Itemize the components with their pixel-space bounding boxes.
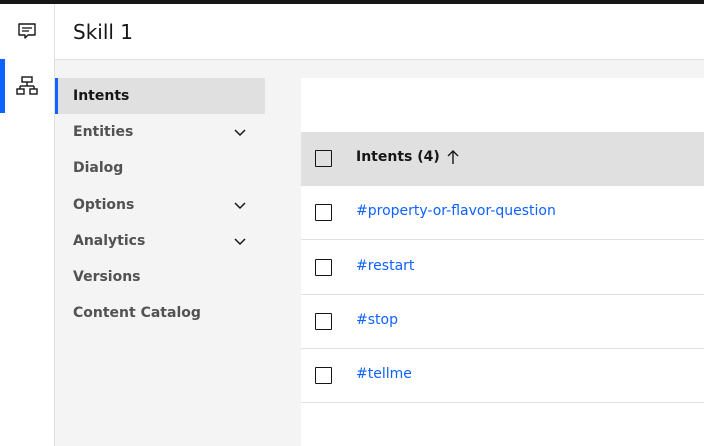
chat-icon	[18, 23, 36, 39]
chevron-down-icon	[234, 129, 246, 137]
row-checkbox[interactable]	[315, 367, 332, 384]
row-checkbox[interactable]	[315, 204, 332, 221]
intent-link[interactable]: #restart	[356, 258, 414, 274]
row-checkbox[interactable]	[315, 313, 332, 330]
sidebar-item-options[interactable]: Options	[55, 187, 265, 223]
intents-table: Intents (4) #property-or-flavor-question…	[301, 78, 704, 446]
column-header-label: Intents (4)	[356, 149, 440, 165]
skill-sidebar: Intents Entities Dialog Options Analytic…	[55, 60, 301, 446]
table-row: #property-or-flavor-question	[301, 186, 704, 240]
select-all-checkbox[interactable]	[315, 150, 332, 167]
chevron-down-icon	[234, 202, 246, 210]
sidebar-item-content-catalog[interactable]: Content Catalog	[55, 295, 265, 331]
sidebar-item-entities[interactable]: Entities	[55, 114, 265, 150]
sidebar-item-label: Intents	[73, 88, 130, 104]
sidebar-item-label: Dialog	[73, 160, 124, 176]
intent-link[interactable]: #stop	[356, 312, 398, 328]
column-header-intents[interactable]: Intents (4)	[356, 149, 460, 165]
rail-chat-button[interactable]	[0, 4, 54, 58]
intent-link[interactable]: #tellme	[356, 366, 412, 382]
sidebar-item-label: Analytics	[73, 233, 146, 249]
table-header: Intents (4)	[301, 132, 704, 186]
skill-tree-icon	[16, 76, 38, 95]
row-checkbox[interactable]	[315, 259, 332, 276]
sidebar-item-analytics[interactable]: Analytics	[55, 223, 265, 259]
arrow-up-icon	[447, 150, 459, 164]
page-title: Skill 1	[73, 20, 134, 44]
sidebar-item-label: Content Catalog	[73, 305, 201, 321]
sidebar-item-dialog[interactable]: Dialog	[55, 150, 265, 186]
sidebar-item-label: Versions	[73, 269, 141, 285]
left-rail	[0, 4, 55, 446]
sidebar-item-versions[interactable]: Versions	[55, 259, 265, 295]
table-row: #stop	[301, 295, 704, 349]
intent-link[interactable]: #property-or-flavor-question	[356, 203, 556, 219]
sidebar-item-label: Options	[73, 197, 135, 213]
table-row: #tellme	[301, 349, 704, 403]
rail-skill-button[interactable]	[0, 59, 54, 113]
table-row: #restart	[301, 241, 704, 295]
chevron-down-icon	[234, 238, 246, 246]
page-header: Skill 1	[55, 4, 704, 60]
main-content: Intents (4) #property-or-flavor-question…	[301, 60, 704, 446]
sidebar-item-intents[interactable]: Intents	[55, 78, 265, 114]
sidebar-item-label: Entities	[73, 124, 134, 140]
